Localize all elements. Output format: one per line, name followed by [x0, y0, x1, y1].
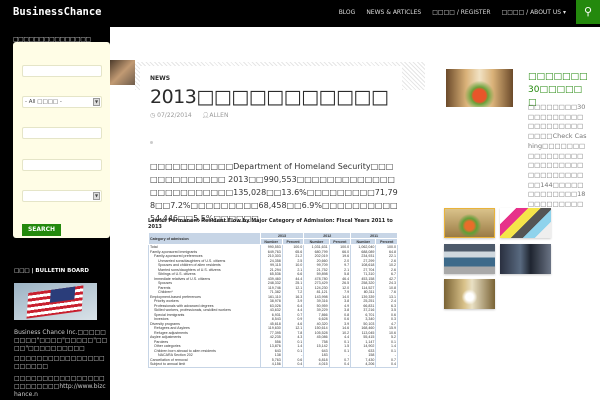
article-date: 07/22/2014 — [157, 112, 192, 119]
search-widget: - All □□□□ - ▼ ▼ SEARCH — [13, 42, 110, 238]
bulletin-text-2: □□□□□□□□□□□□□□□□□□□□□□ — [14, 355, 105, 370]
chevron-down-icon: ▼ — [93, 192, 100, 200]
table-title: Lawful Permanent Resident Flow by Major … — [148, 218, 393, 230]
filter-input-1[interactable] — [22, 127, 102, 139]
related-description: □□□□□□□□30□□□□□□□□□□□□□□□□□□□□□□Check Ca… — [528, 103, 587, 209]
related-thumbnail[interactable] — [446, 69, 513, 107]
featured-thumbnail[interactable] — [110, 60, 135, 85]
gallery-thumb-storefront[interactable] — [500, 244, 551, 274]
nav-about[interactable]: □□□□ / ABOUT US ▾ — [502, 9, 566, 16]
date-link[interactable]: ◷ 07/22/2014 — [150, 112, 192, 119]
nav-news[interactable]: NEWS & ARTICLES — [366, 9, 421, 16]
bulletin-text-1: Business Chance Inc.□□□□□□□□□"□□□□"□□□□□… — [14, 329, 108, 352]
author-link[interactable]: 👤︎ALLEN — [202, 112, 229, 119]
main-nav: BLOG NEWS & ARTICLES □□□□ / REGISTER □□□… — [339, 9, 566, 16]
gallery-thumb-interior[interactable] — [444, 279, 495, 309]
site-brand[interactable]: BusinessChance — [13, 6, 102, 18]
nav-register[interactable]: □□□□ / REGISTER — [432, 9, 490, 16]
cell: 0.4 — [375, 362, 398, 367]
category-select[interactable]: - All □□□□ - ▼ — [22, 96, 102, 108]
row-label: Subject to annual limit — [148, 362, 261, 367]
data-table-image: Lawful Permanent Resident Flow by Major … — [148, 218, 398, 368]
category-select-value: - All □□□□ - — [25, 99, 62, 105]
cell: 0.4 — [282, 362, 305, 367]
bulletin-title: □□□ | BULLETIN BOARD — [14, 268, 89, 274]
cell: 4,015 — [303, 362, 330, 367]
article-author: ALLEN — [209, 112, 229, 119]
filter-input-2[interactable] — [22, 159, 102, 171]
gallery-thumb-grocery[interactable] — [444, 208, 495, 238]
article-title: 2013□□□□□□□□□□□ — [150, 86, 389, 108]
left-sidebar: □□□□□□□□□□□□□□□ - All □□□□ - ▼ ▼ SEARCH □… — [0, 27, 110, 400]
gallery-thumb-street[interactable] — [444, 244, 495, 274]
lpr-table: Category of admission 2013 2012 2011 Num… — [148, 232, 398, 368]
bullet-dot — [150, 141, 153, 144]
search-icon[interactable]: ⚲ — [576, 0, 600, 24]
article: NEWS 2013□□□□□□□□□□□ ◷ 07/22/2014 👤︎ALLE… — [140, 66, 402, 400]
bulletin-text-3: □□□□□□□□□□□□□□□□□□□□□□□□http://www.bizch… — [14, 375, 106, 398]
flag-image[interactable] — [14, 283, 97, 320]
chevron-down-icon: ▼ — [93, 98, 100, 106]
table-row: Subject to annual limit 4,156 0.4 4,015 0.4 4… — [148, 362, 398, 367]
gallery-thumb-socks[interactable] — [500, 208, 551, 238]
search-button[interactable]: SEARCH — [22, 224, 61, 236]
site-header: BusinessChance BLOG NEWS & ARTICLES □□□□… — [0, 0, 600, 27]
col-category: Category of admission — [148, 232, 261, 245]
nav-blog[interactable]: BLOG — [339, 9, 356, 16]
cell: 4,206 — [350, 362, 377, 367]
cell: 0.4 — [329, 362, 352, 367]
cell: 4,156 — [260, 362, 283, 367]
article-category[interactable]: NEWS — [150, 75, 170, 82]
filter-select[interactable]: ▼ — [22, 190, 102, 202]
article-body: □□□□□□□□□□□Department of Homeland Securi… — [150, 162, 398, 223]
article-meta: ◷ 07/22/2014 👤︎ALLEN — [150, 112, 228, 119]
keyword-input[interactable] — [22, 65, 102, 77]
